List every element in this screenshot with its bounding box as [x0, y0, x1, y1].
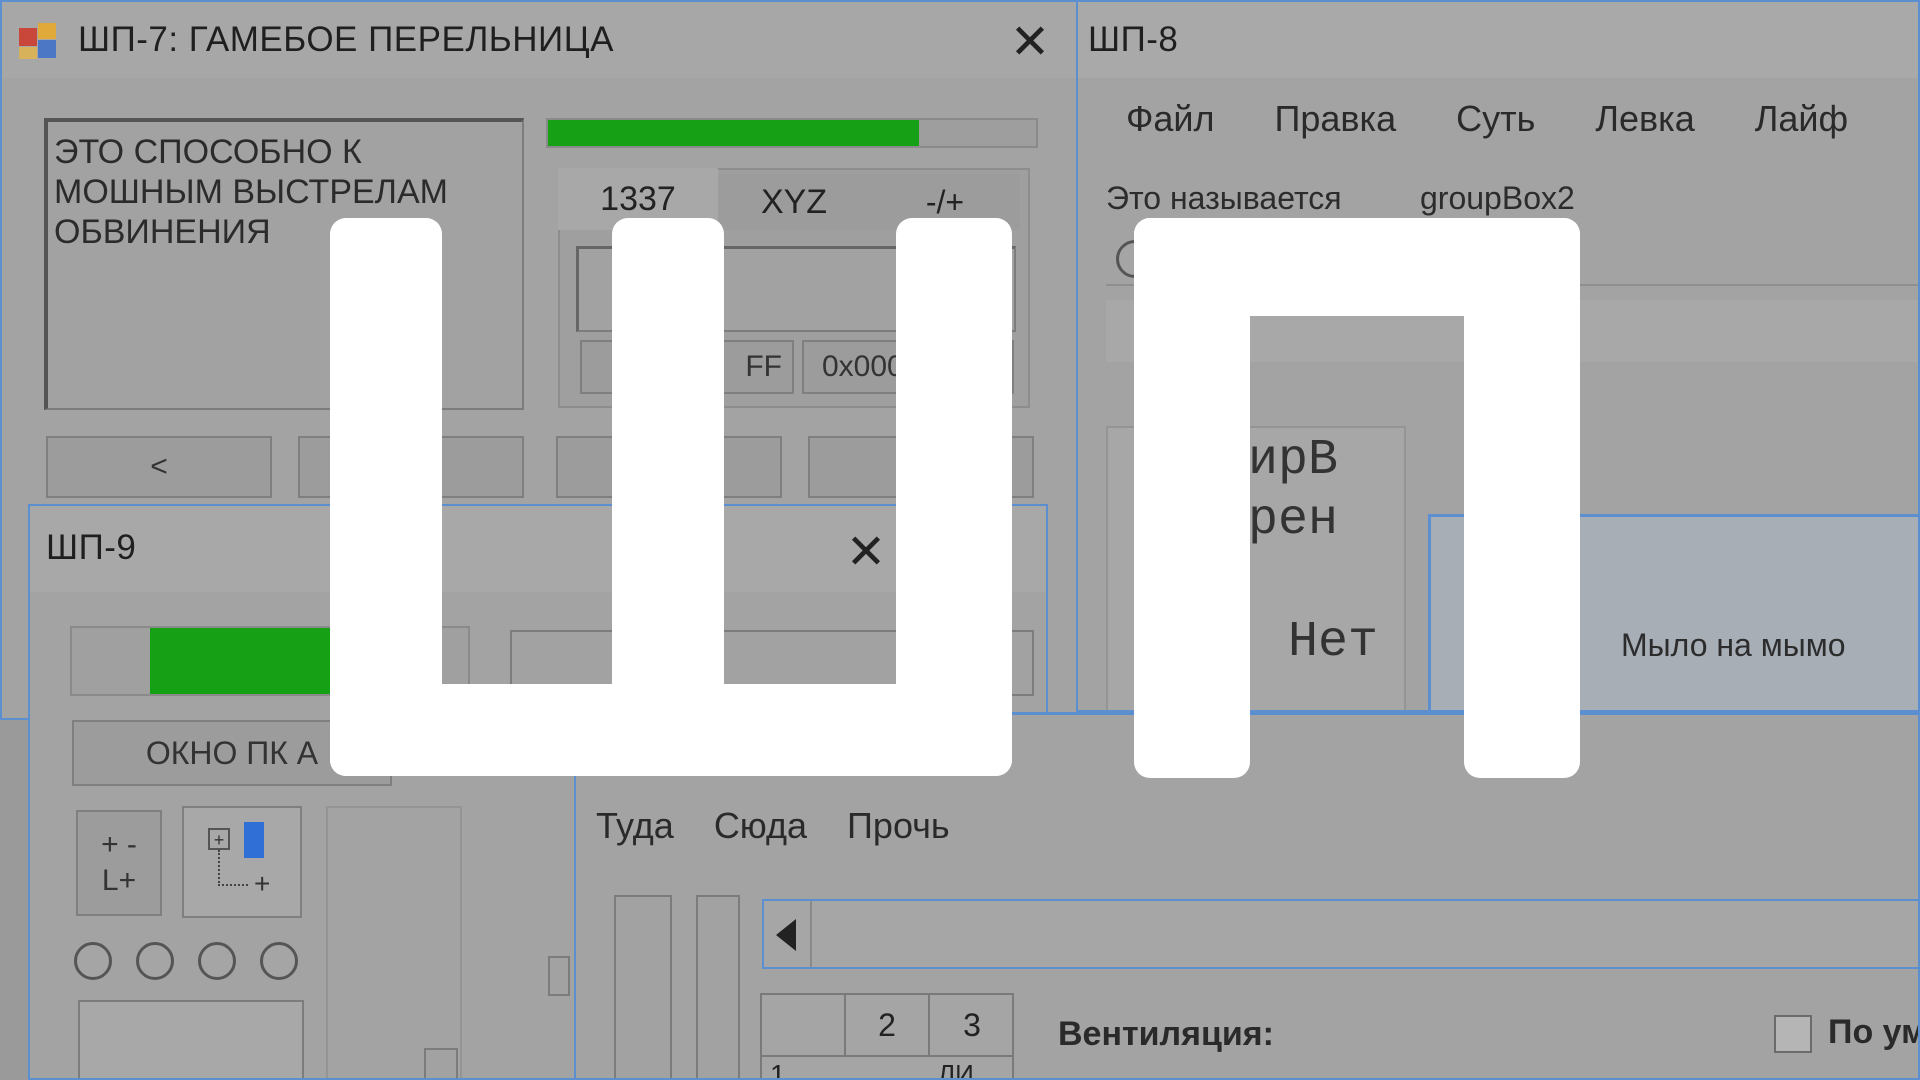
- scroll-left-button-divider: [810, 901, 812, 967]
- tool-label-bottom: L+: [101, 864, 137, 897]
- menu-bar: Туда Сюда Прочь: [596, 805, 950, 847]
- vertical-scroll-2[interactable]: [696, 895, 740, 1078]
- menu-life[interactable]: Лайф: [1755, 98, 1848, 140]
- overlay-stroke: [1134, 218, 1580, 316]
- radio-button-1[interactable]: [74, 942, 112, 980]
- grid-header: 2: [846, 995, 930, 1057]
- progress-fill: [548, 120, 919, 146]
- row-text: 1: [770, 1059, 786, 1080]
- scroll-handle[interactable]: [548, 956, 570, 996]
- default-checkbox[interactable]: [1774, 1015, 1812, 1053]
- prev-label: <: [150, 450, 168, 483]
- window-title: ШП-9: [46, 528, 137, 567]
- horizontal-scrollbar[interactable]: [762, 899, 1918, 969]
- app-icon: [18, 22, 58, 60]
- text-line: МОШНЫМ ВЫСТРЕЛАМ: [54, 173, 448, 211]
- menu-edit[interactable]: Правка: [1275, 98, 1397, 140]
- menu-here[interactable]: Сюда: [714, 805, 807, 847]
- grid-corner: [762, 995, 846, 1057]
- menu-levka[interactable]: Левка: [1595, 98, 1694, 140]
- menu-essence[interactable]: Суть: [1456, 98, 1535, 140]
- overlay-stroke: [330, 684, 1012, 776]
- window-title: ШП-7: ГАМЕБОЕ ПЕРЕЛЬНИЦА: [78, 20, 614, 59]
- radio-button-3[interactable]: [198, 942, 236, 980]
- titlebar-shp8[interactable]: ШП-8: [1078, 2, 1918, 78]
- list-box[interactable]: [78, 1000, 304, 1078]
- radio-button-2[interactable]: [136, 942, 174, 980]
- panel-text: Мыло на мымо: [1621, 627, 1846, 663]
- grid-header: 3: [930, 995, 1014, 1057]
- header-text: 2: [878, 1006, 896, 1043]
- groupbox-label: groupBox2: [1420, 180, 1575, 216]
- grid-cell: ЛИ: [938, 1059, 974, 1080]
- header-text: 3: [963, 1006, 981, 1043]
- radio-button-4[interactable]: [260, 942, 298, 980]
- menu-file[interactable]: Файл: [1126, 98, 1215, 140]
- small-checkbox[interactable]: [424, 1048, 458, 1078]
- tool-label-top: + -: [101, 828, 137, 861]
- vertical-scroll-1[interactable]: [614, 895, 672, 1078]
- menu-away[interactable]: Прочь: [847, 805, 950, 847]
- tree-tool-button[interactable]: + +: [182, 806, 302, 918]
- close-icon[interactable]: ✕: [1002, 14, 1058, 70]
- tree-expand-icon: +: [208, 828, 230, 850]
- text-line: ЭТО СПОСОБНО К: [54, 133, 362, 171]
- tool-button-1[interactable]: + - L+: [76, 810, 162, 916]
- grid-row-header: 1: [770, 1059, 786, 1080]
- ventilation-label: Вентиляция:: [1058, 1015, 1274, 1053]
- scroll-left-icon[interactable]: [776, 919, 796, 951]
- progress-bar: [546, 118, 1038, 148]
- window-title: ШП-8: [1088, 20, 1179, 59]
- tool-plus-label: +: [254, 868, 271, 899]
- tab-label: 1337: [600, 179, 676, 218]
- tab-label: XYZ: [760, 182, 828, 221]
- titlebar-shp7[interactable]: ШП-7: ГАМЕБОЕ ПЕРЕЛЬНИЦА ✕: [2, 2, 1076, 78]
- checkbox-label: По ум: [1828, 1013, 1920, 1051]
- cell-text: ЛИ: [938, 1059, 974, 1080]
- tree-line-icon: [218, 850, 248, 886]
- menu-there[interactable]: Туда: [596, 805, 674, 847]
- overlay-logo: ШП: [330, 218, 1580, 778]
- button-label: ОКНО ПК А: [145, 734, 319, 771]
- panel-outline: [326, 806, 462, 1078]
- menu-bar: Файл Правка Суть Левка Лайф: [1126, 98, 1848, 140]
- tab-label: -/+: [925, 183, 965, 220]
- data-grid[interactable]: 2 3 1 ЛИ: [760, 993, 1014, 1080]
- prev-button[interactable]: <: [46, 436, 272, 498]
- group-caption: Это называется: [1106, 180, 1342, 216]
